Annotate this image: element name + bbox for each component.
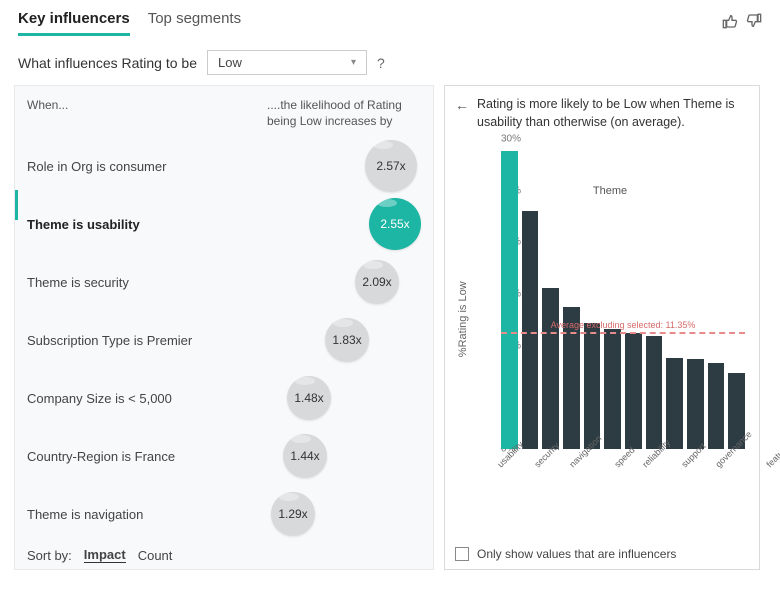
factor-bubble: 1.44x [283,434,327,478]
thumbs-down-icon[interactable] [746,13,762,34]
dropdown-selected: Low [218,55,242,70]
x-tick: features [765,439,780,469]
chart-bar[interactable] [542,288,559,449]
column-header-when: When... [27,98,267,129]
influencer-row[interactable]: Theme is navigation 1.29x [27,485,421,543]
influencer-label: Role in Org is consumer [27,159,267,174]
influencer-row[interactable]: Company Size is < 5,000 1.48x [27,369,421,427]
factor-bubble: 1.48x [287,376,331,420]
influencer-label: Theme is security [27,275,267,290]
influencer-label: Theme is navigation [27,507,267,522]
chart-bar[interactable] [522,211,539,449]
average-line: Average excluding selected: 11.35% [501,332,745,344]
influencers-panel: When... ....the likelihood of Rating bei… [14,85,434,570]
detail-panel: ← Rating is more likely to be Low when T… [444,85,760,570]
chart-bar[interactable] [687,359,704,449]
chart-bar[interactable] [501,151,518,449]
factor-bubble: 1.83x [325,318,369,362]
influencer-row[interactable]: Theme is usability 2.55x [27,195,421,253]
chart-bar[interactable] [666,358,683,449]
target-value-dropdown[interactable]: Low ▾ [207,50,367,75]
only-influencers-label: Only show values that are influencers [477,547,676,561]
thumbs-up-icon[interactable] [722,13,738,34]
help-icon[interactable]: ? [377,55,385,71]
influencer-row[interactable]: Country-Region is France 1.44x [27,427,421,485]
influencer-label: Company Size is < 5,000 [27,391,267,406]
factor-bubble: 2.09x [355,260,399,304]
factor-bubble: 2.55x [369,198,421,250]
chevron-down-icon: ▾ [351,57,356,68]
feedback-buttons [722,13,762,34]
sort-impact[interactable]: Impact [84,547,126,563]
question-prefix: What influences Rating to be [18,55,197,71]
influencer-row[interactable]: Subscription Type is Premier 1.83x [27,311,421,369]
tab-top-segments[interactable]: Top segments [148,10,241,36]
question-row: What influences Rating to be Low ▾ ? [0,36,780,85]
selection-indicator [15,190,18,220]
factor-bubble: 1.29x [271,492,315,536]
influencer-label: Theme is usability [27,217,249,232]
chart-bar[interactable] [625,333,642,449]
column-header-likelihood: ....the likelihood of Rating being Low i… [267,98,421,129]
chart-bar[interactable] [708,363,725,449]
chart: %Rating is Low 0%5%10%15%20%25%30% Avera… [455,139,749,539]
chart-bar[interactable] [604,329,621,449]
sort-count[interactable]: Count [138,548,173,563]
detail-summary: Rating is more likely to be Low when The… [477,96,749,131]
sort-label: Sort by: [27,548,72,563]
tab-key-influencers[interactable]: Key influencers [18,10,130,36]
tabs: Key influencers Top segments [18,10,241,36]
only-influencers-checkbox[interactable] [455,547,469,561]
avg-line-label: Average excluding selected: 11.35% [551,320,696,330]
influencer-label: Country-Region is France [27,449,267,464]
influencer-label: Subscription Type is Premier [27,333,267,348]
factor-bubble: 2.57x [365,140,417,192]
chart-bar[interactable] [646,336,663,449]
influencer-row[interactable]: Role in Org is consumer 2.57x [27,137,421,195]
influencer-row[interactable]: Theme is security 2.09x [27,253,421,311]
y-axis-label: %Rating is Low [455,99,471,539]
